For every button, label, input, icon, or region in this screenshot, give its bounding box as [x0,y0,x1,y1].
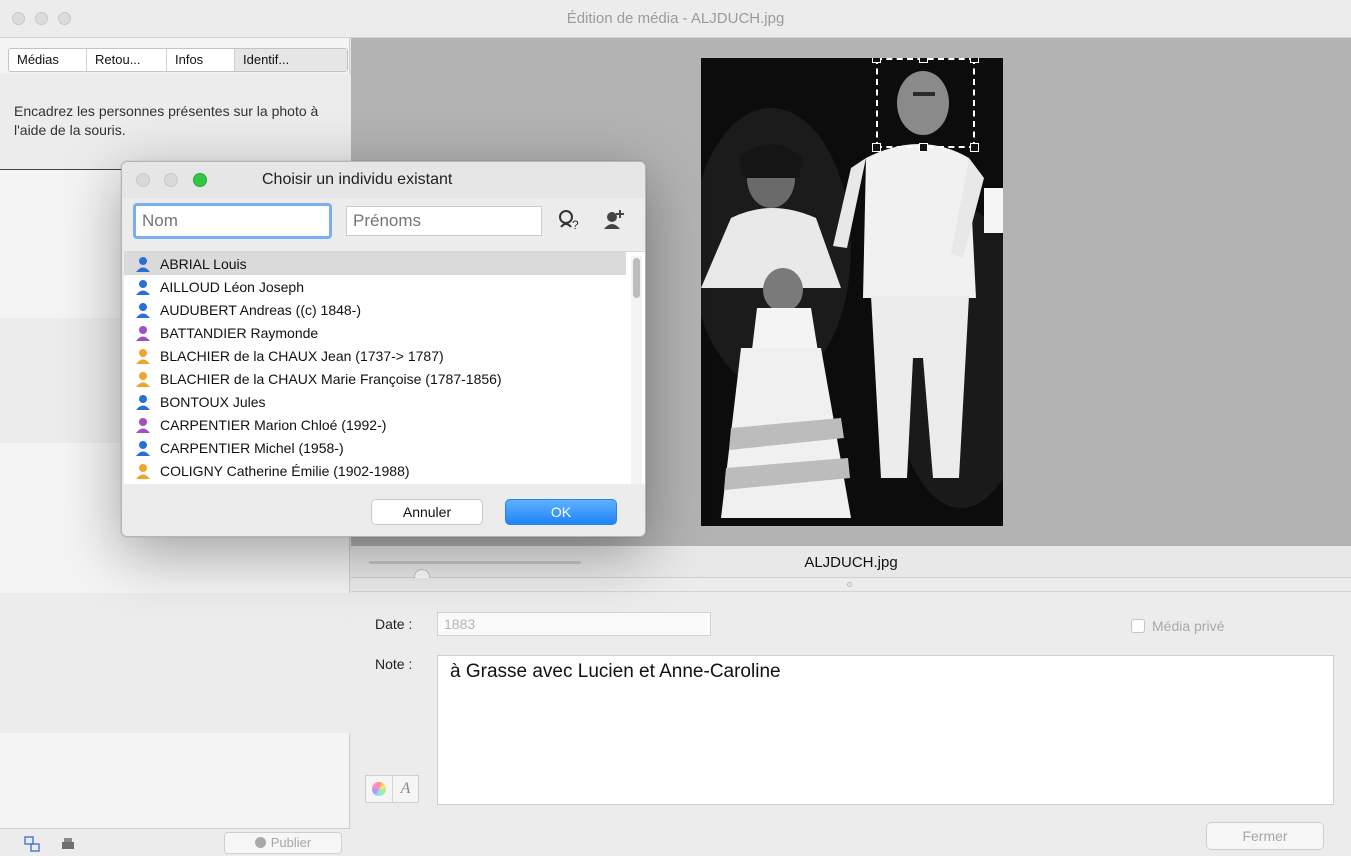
panel-splitter[interactable] [351,578,1351,592]
resize-handle[interactable] [872,143,881,152]
person-name: AILLOUD Léon Joseph [160,278,304,295]
face-selection-box[interactable] [872,58,979,152]
person-list-item[interactable]: BONTOUX Jules [124,390,626,413]
person-list-item[interactable]: CARPENTIER Marion Chloé (1992-) [124,413,626,436]
note-label: Note : [375,656,413,672]
svg-text:?: ? [572,218,579,232]
globe-icon [254,837,266,848]
resize-handle[interactable] [970,143,979,152]
resize-handle[interactable] [919,143,928,152]
private-media-checkbox[interactable] [1131,619,1145,633]
dialog-zoom-button[interactable] [193,173,207,187]
person-name: CARPENTIER Marion Chloé (1992-) [160,416,387,433]
dialog-title: Choisir un individu existant [262,171,453,188]
tab-bar: Médias Retou... Infos Identif... [8,48,348,72]
window-titlebar: Édition de média - ALJDUCH.jpg [0,0,1351,38]
list-stripe [0,593,350,733]
splitter-handle[interactable] [847,582,852,587]
tab-retouche[interactable]: Retou... [87,49,167,71]
person-name: CARPENTIER Michel (1958-) [160,439,344,456]
person-name: BONTOUX Jules [160,393,266,410]
add-person-icon[interactable] [601,207,627,233]
scrollbar-thumb[interactable] [633,258,640,298]
person-name: ABRIAL Louis [160,255,247,272]
media-photo[interactable] [701,58,1003,526]
person-icon [136,256,150,272]
person-icon [136,463,150,479]
dialog-close-button[interactable] [136,173,150,187]
person-list-item[interactable]: ABRIAL Louis [124,252,626,275]
list-scrollbar[interactable] [631,256,642,484]
date-field[interactable]: 1883 [437,612,711,636]
dialog-minimize-button[interactable] [164,173,178,187]
tab-identification[interactable]: Identif... [235,49,347,71]
person-list-item[interactable]: AILLOUD Léon Joseph [124,275,626,298]
resize-handle[interactable] [872,58,881,63]
person-icon [136,348,150,364]
font-icon: A [400,780,411,797]
person-list: ABRIAL Louis AILLOUD Léon Joseph AUDUBERT … [124,251,645,484]
left-bottom-bar: Publier [0,828,350,856]
person-icon [136,440,150,456]
media-form: Date : 1883 Média privé Note : à Grasse … [351,592,1351,856]
color-wheel-icon [372,782,386,796]
dialog-titlebar: Choisir un individu existant [122,162,645,198]
note-textarea[interactable]: à Grasse avec Lucien et Anne-Caroline [437,655,1334,805]
resize-handle[interactable] [970,58,979,63]
color-picker-button[interactable] [366,776,392,802]
print-icon[interactable] [60,836,76,852]
person-list-item[interactable]: CARPENTIER Michel (1958-) [124,436,626,459]
ok-button[interactable]: OK [505,499,617,525]
person-name: BLACHIER de la CHAUX Jean (1737-> 1787) [160,347,444,364]
person-name: COLIGNY Catherine Émilie (1902-1988) [160,462,410,479]
publish-button[interactable]: Publier [224,832,342,854]
nom-input[interactable] [133,203,332,239]
choose-person-dialog: Choisir un individu existant ? ABRIAL Lo… [121,161,646,537]
font-button[interactable]: A [392,776,418,802]
person-icon [136,302,150,318]
person-list-item[interactable]: BLACHIER de la CHAUX Marie Françoise (17… [124,367,626,390]
tab-infos[interactable]: Infos [167,49,235,71]
media-filename: ALJDUCH.jpg [804,554,898,571]
cancel-button[interactable]: Annuler [371,499,483,525]
layout-icon[interactable] [24,836,40,852]
window-title: Édition de média - ALJDUCH.jpg [566,10,785,27]
person-name: BLACHIER de la CHAUX Marie Françoise (17… [160,370,502,387]
date-label: Date : [375,616,413,632]
person-icon [136,394,150,410]
note-format-tools: A [365,775,419,803]
person-name: BATTANDIER Raymonde [160,324,319,341]
private-media-label: Média privé [1152,618,1225,634]
resize-handle[interactable] [919,58,928,63]
person-icon [136,279,150,295]
person-list-item[interactable]: AUDUBERT Andreas ((c) 1848-) [124,298,626,321]
filename-bar: ALJDUCH.jpg [351,546,1351,585]
person-icon [136,371,150,387]
tab-medias[interactable]: Médias [9,49,87,71]
publish-label: Publier [270,835,312,850]
person-name: AUDUBERT Andreas ((c) 1848-) [160,301,361,318]
prenoms-input[interactable] [346,206,542,236]
person-list-item[interactable]: BATTANDIER Raymonde [124,321,626,344]
person-list-item[interactable]: BLACHIER de la CHAUX Jean (1737-> 1787) [124,344,626,367]
person-list-item[interactable]: COLIGNY Catherine Émilie (1902-1988) [124,459,626,482]
person-icon [136,325,150,341]
identify-instruction: Encadrez les personnes présentes sur la … [0,74,350,170]
person-icon [136,417,150,433]
close-button[interactable]: Fermer [1206,822,1324,850]
search-person-icon[interactable]: ? [556,207,582,233]
